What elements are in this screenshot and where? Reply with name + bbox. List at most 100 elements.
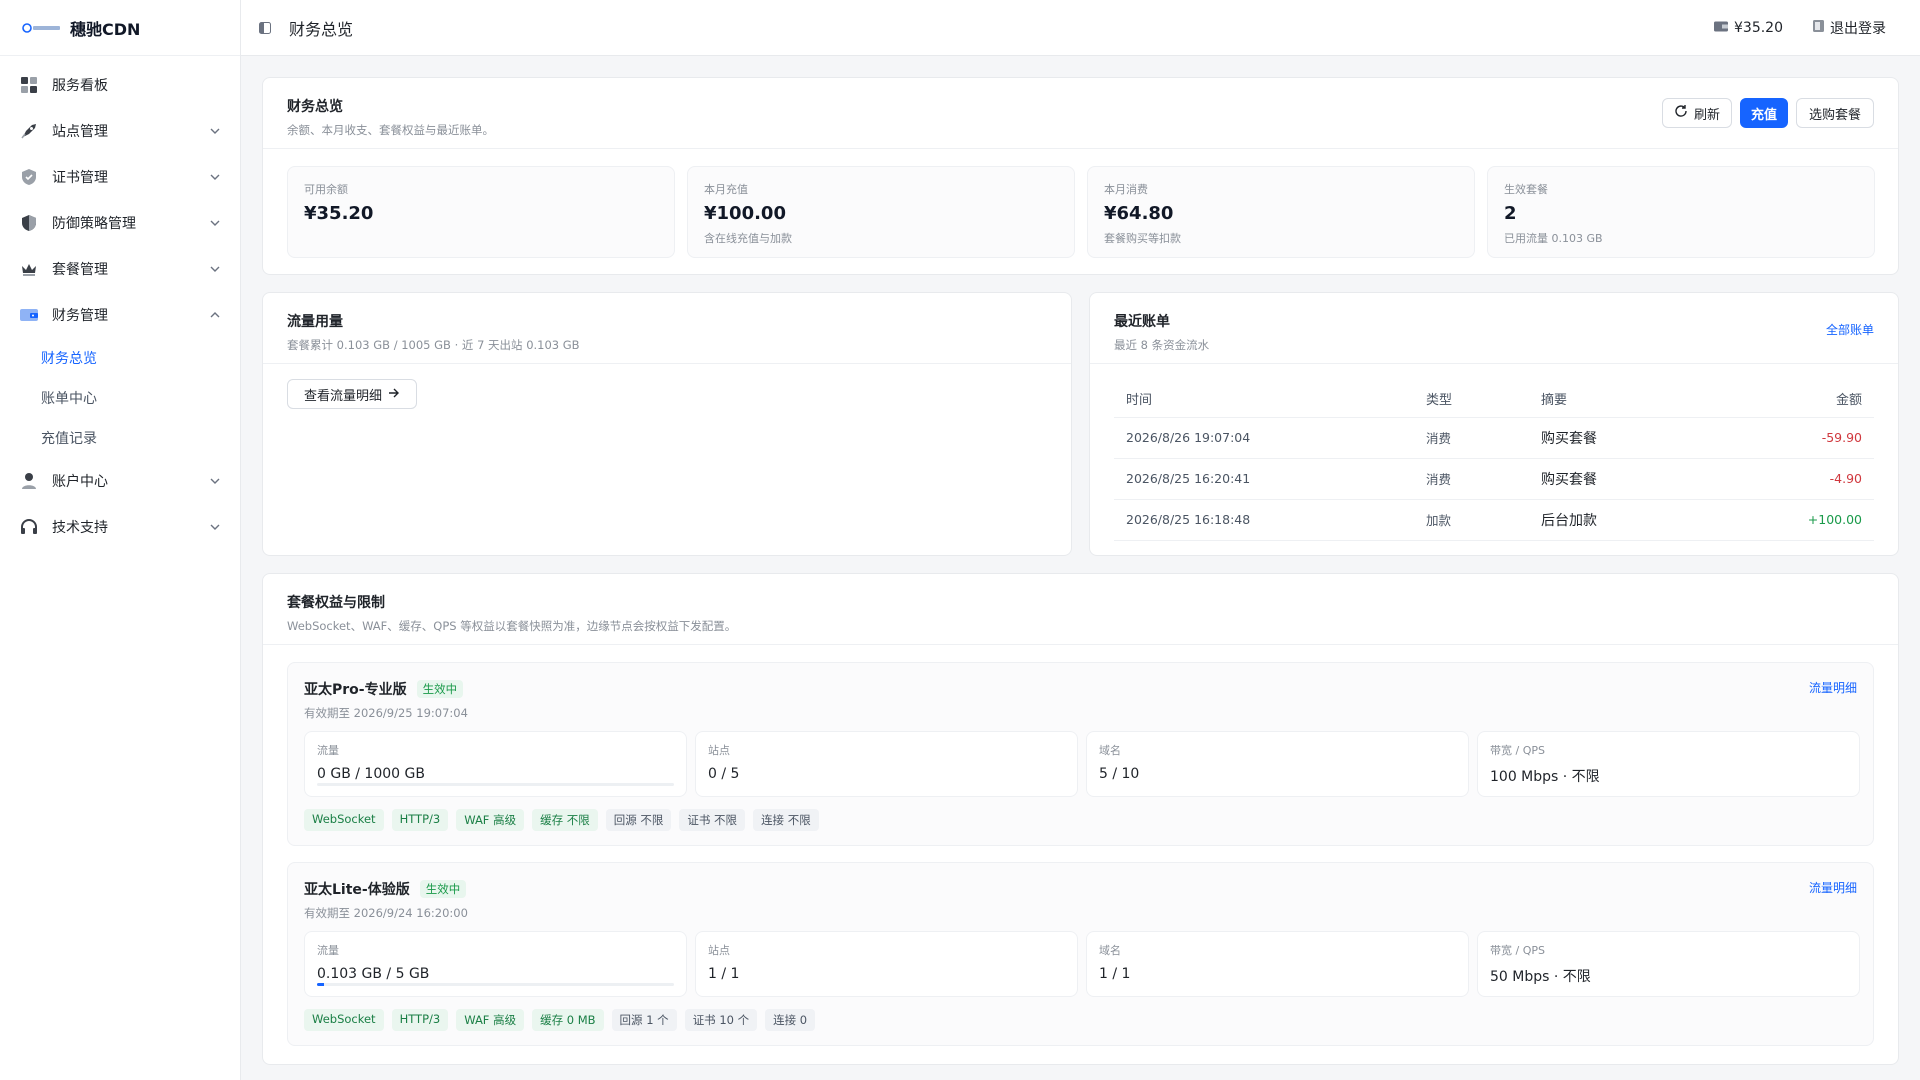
chevron-down-icon (208, 170, 222, 184)
table-header-row: 时间 类型 摘要 金额 (1114, 381, 1874, 418)
table-row[interactable]: 2026/8/26 19:07:04 消费 购买套餐 -59.90 (1114, 417, 1874, 459)
bill-amount: +100.00 (1689, 499, 1874, 541)
package-name-text: 亚太Pro-专业版 (304, 682, 407, 698)
metric-label: 带宽 / QPS (1490, 744, 1545, 757)
sidebar-item-label: 财务管理 (52, 308, 108, 324)
bill-time: 2026/8/25 16:18:48 (1114, 499, 1414, 541)
shield-check-icon (20, 168, 38, 186)
metric-bandwidth-qps: 带宽 / QPS 50 Mbps · 不限 (1477, 931, 1860, 997)
stat-month-spend: 本月消费 ¥64.80 套餐购买等扣款 (1087, 166, 1475, 258)
refresh-label: 刷新 (1693, 107, 1720, 123)
view-traffic-detail-button[interactable]: 查看流量明细 (287, 379, 417, 409)
overview-subtitle: 余额、本月收支、套餐权益与最近账单。 (287, 123, 494, 137)
package-card-lite: 亚太Lite-体验版 生效中 有效期至 2026/9/24 16:20:00 流… (287, 862, 1874, 1046)
stat-month-recharge: 本月充值 ¥100.00 含在线充值与加款 (687, 166, 1075, 258)
feature-tag: 连接 不限 (753, 809, 819, 831)
sidebar-item-packages[interactable]: 套餐管理 (0, 246, 240, 292)
crown-icon (20, 260, 38, 278)
stat-active-packages: 生效套餐 2 已用流量 0.103 GB (1487, 166, 1875, 258)
plans-title: 套餐权益与限制 (287, 595, 385, 611)
shield-half-icon (20, 214, 38, 232)
package-name: 亚太Lite-体验版 生效中 (304, 879, 467, 899)
bill-amount: -59.90 (1689, 417, 1874, 459)
feature-tag: 连接 0 (765, 1009, 816, 1031)
metric-traffic: 流量 0 GB / 1000 GB (304, 731, 687, 797)
sidebar-subitem-finance-overview[interactable]: 财务总览 (41, 338, 240, 378)
sidebar-item-label: 账户中心 (52, 474, 108, 490)
bill-amount: -4.90 (1689, 458, 1874, 500)
recharge-button[interactable]: 充值 (1740, 98, 1788, 128)
package-benefits-card: 套餐权益与限制 WebSocket、WAF、缓存、QPS 等权益以套餐快照为准，… (262, 573, 1899, 1065)
chevron-down-icon (208, 520, 222, 534)
refresh-icon (1674, 104, 1688, 122)
status-badge: 生效中 (419, 880, 467, 898)
metric-value: 0 / 5 (708, 766, 740, 782)
all-bills-link[interactable]: 全部账单 (1826, 321, 1874, 338)
chevron-up-icon (208, 308, 222, 322)
feature-tag: WebSocket (304, 1009, 384, 1031)
sidebar-item-label: 防御策略管理 (52, 216, 136, 232)
sidebar-item-finance[interactable]: 财务管理 (0, 292, 240, 338)
refresh-button[interactable]: 刷新 (1662, 98, 1732, 128)
stat-value: 2 (1504, 203, 1517, 224)
bills-title: 最近账单 (1114, 314, 1170, 330)
metric-domains: 域名 5 / 10 (1086, 731, 1469, 797)
sidebar-item-certificates[interactable]: 证书管理 (0, 154, 240, 200)
wallet-icon (1714, 20, 1728, 36)
brand-name: 穗驰CDN (70, 19, 141, 39)
feature-tag: 缓存 0 MB (532, 1009, 604, 1031)
metric-label: 站点 (708, 744, 730, 757)
sidebar-toggle-icon[interactable] (259, 21, 273, 35)
table-row[interactable]: 2026/8/25 16:20:41 消费 购买套餐 -4.90 (1114, 458, 1874, 500)
stat-value: ¥100.00 (704, 203, 786, 224)
table-row[interactable]: 2026/8/25 16:18:48 加款 后台加款 +100.00 (1114, 499, 1874, 541)
chevron-down-icon (208, 216, 222, 230)
package-expiry: 有效期至 2026/9/25 19:07:04 (304, 706, 468, 720)
stat-hint: 含在线充值与加款 (704, 232, 792, 245)
feature-tag: 证书 不限 (679, 809, 746, 831)
traffic-detail-link[interactable]: 流量明细 (1809, 679, 1857, 696)
stat-hint: 已用流量 0.103 GB (1504, 232, 1603, 245)
wallet-icon (20, 306, 38, 324)
balance-indicator[interactable]: ¥35.20 (1714, 20, 1783, 36)
sidebar-item-support[interactable]: 技术支持 (0, 504, 240, 550)
sidebar-item-account[interactable]: 账户中心 (0, 458, 240, 504)
chevron-down-icon (208, 262, 222, 276)
bill-summary: 购买套餐 (1529, 417, 1690, 459)
traffic-progress-bar (317, 983, 674, 986)
stat-available-balance: 可用余额 ¥35.20 (287, 166, 675, 258)
feature-tag: 回源 1 个 (611, 1009, 677, 1031)
divider (263, 148, 1898, 149)
stat-value: ¥35.20 (304, 203, 374, 224)
metric-label: 站点 (708, 944, 730, 957)
stat-label: 可用余额 (304, 183, 348, 196)
sidebar-subitem-recharge-records[interactable]: 充值记录 (41, 418, 240, 458)
feature-tag: WAF 高级 (456, 1009, 525, 1031)
traffic-subtitle: 套餐累计 0.103 GB / 1005 GB · 近 7 天出站 0.103 … (287, 338, 580, 352)
logout-button[interactable]: 退出登录 (1813, 18, 1886, 38)
headset-icon (20, 518, 38, 536)
sidebar-item-sites[interactable]: 站点管理 (0, 108, 240, 154)
sidebar-item-label: 套餐管理 (52, 262, 108, 278)
metric-bandwidth-qps: 带宽 / QPS 100 Mbps · 不限 (1477, 731, 1860, 797)
sidebar-subitem-bill-center[interactable]: 账单中心 (41, 378, 240, 418)
arrow-right-icon (388, 387, 400, 402)
brand[interactable]: 穗驰CDN (0, 0, 240, 56)
bill-type: 加款 (1414, 499, 1529, 541)
feature-tag: WebSocket (304, 809, 384, 831)
metric-label: 域名 (1099, 744, 1121, 757)
metric-value: 1 / 1 (708, 966, 740, 982)
package-name-text: 亚太Lite-体验版 (304, 882, 410, 898)
traffic-detail-link[interactable]: 流量明细 (1809, 879, 1857, 896)
sidebar-item-defense[interactable]: 防御策略管理 (0, 200, 240, 246)
bill-time: 2026/8/26 19:07:04 (1114, 417, 1414, 459)
buy-package-button[interactable]: 选购套餐 (1796, 98, 1874, 128)
stat-hint: 套餐购买等扣款 (1104, 232, 1181, 245)
sidebar-item-dashboard[interactable]: 服务看板 (0, 62, 240, 108)
feature-tag: 缓存 不限 (532, 809, 598, 831)
bills-table: 时间 类型 摘要 金额 2026/8/26 19:07:04 消费 购买套餐 -… (1114, 381, 1874, 541)
metric-label: 域名 (1099, 944, 1121, 957)
traffic-title: 流量用量 (287, 314, 343, 330)
metric-value: 100 Mbps · 不限 (1490, 769, 1600, 785)
package-name: 亚太Pro-专业版 生效中 (304, 679, 464, 699)
